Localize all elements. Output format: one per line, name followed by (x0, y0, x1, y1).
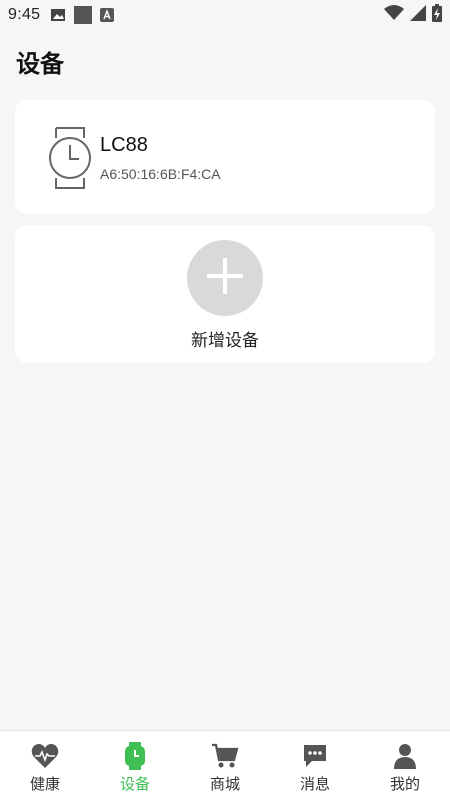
device-mac-address: A6:50:16:6B:F4:CA (100, 166, 221, 182)
tab-label: 消息 (299, 775, 330, 793)
tab-label: 设备 (119, 775, 150, 793)
cart-icon (211, 742, 239, 770)
add-device-card[interactable]: 新增设备 (15, 225, 435, 363)
device-name: LC88 (100, 134, 148, 156)
status-bar: 9:45 (0, 0, 450, 30)
user-icon (393, 742, 417, 770)
page-title: 设备 (16, 50, 64, 78)
square-notification-icon (74, 6, 93, 24)
signal-icon (410, 4, 426, 26)
tab-device[interactable]: 设备 (90, 731, 180, 800)
tab-messages[interactable]: 消息 (270, 731, 360, 800)
image-notification-icon (50, 7, 66, 23)
heart-pulse-icon (31, 742, 59, 770)
status-time: 9:45 (8, 6, 41, 23)
add-device-label: 新增设备 (191, 331, 259, 351)
tab-label: 商城 (209, 775, 240, 793)
tab-label: 我的 (389, 775, 420, 793)
plus-icon (205, 256, 245, 300)
app-notification-icon (100, 8, 115, 22)
tab-mall[interactable]: 商城 (180, 731, 270, 800)
tab-health[interactable]: 健康 (0, 731, 90, 800)
watch-icon (124, 742, 146, 770)
device-card[interactable]: LC88 A6:50:16:6B:F4:CA (15, 100, 435, 214)
watch-icon (47, 126, 93, 194)
chat-icon (302, 742, 328, 770)
tab-me[interactable]: 我的 (360, 731, 450, 800)
tab-label: 健康 (29, 775, 60, 793)
add-device-button[interactable] (187, 240, 263, 316)
wifi-icon (384, 4, 404, 26)
bottom-tab-bar: 健康 设备 商城 消息 我的 (0, 730, 450, 800)
battery-charging-icon (432, 3, 442, 27)
